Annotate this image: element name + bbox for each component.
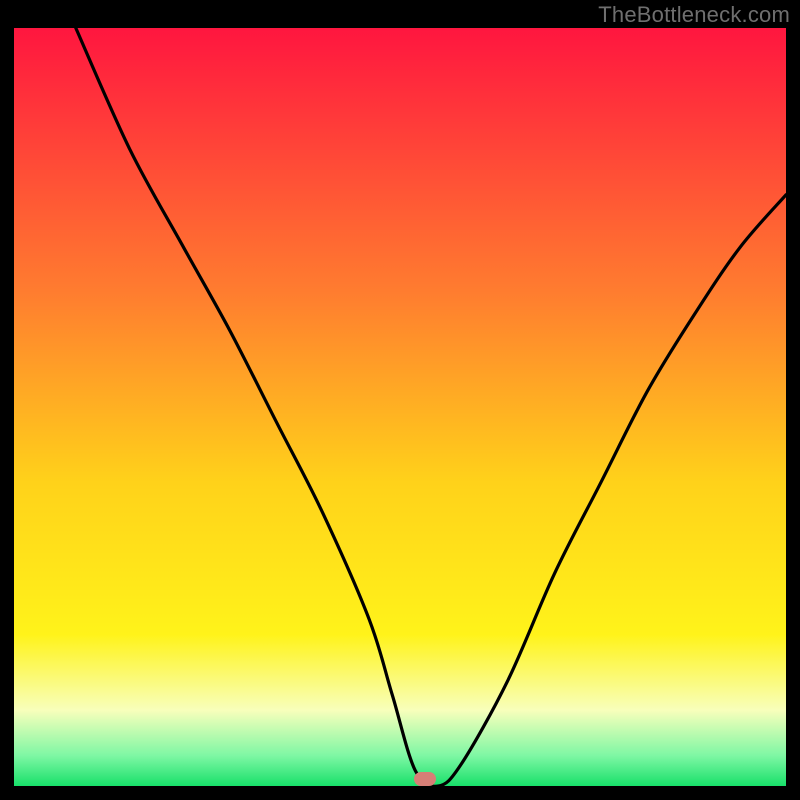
watermark-text: TheBottleneck.com [598, 2, 790, 28]
outer-frame: TheBottleneck.com [0, 0, 800, 800]
optimal-marker [414, 772, 436, 786]
plot-background [14, 28, 786, 786]
bottleneck-plot [14, 28, 786, 786]
